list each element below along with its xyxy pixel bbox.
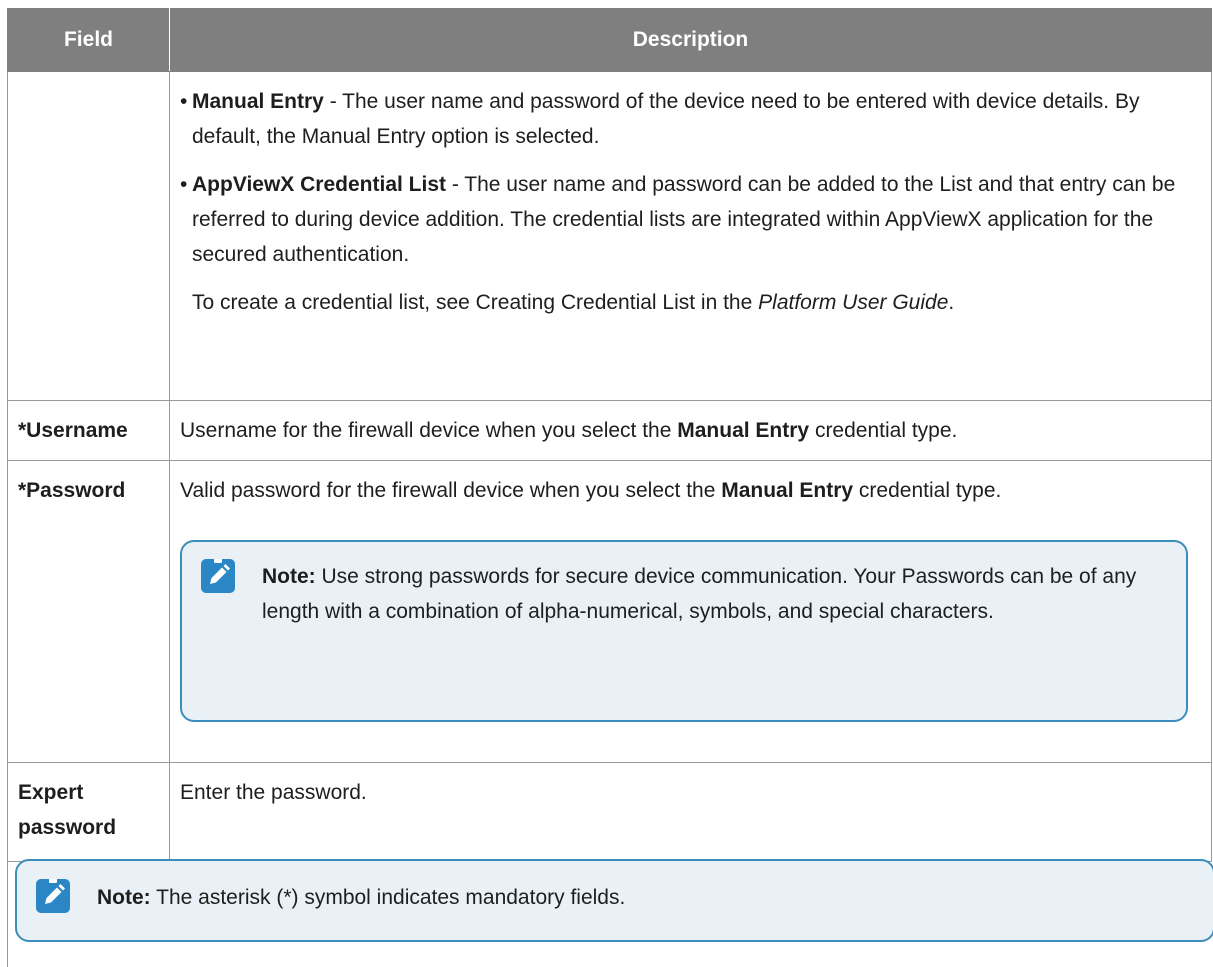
username-desc-prefix: Username for the firewall device when yo… <box>180 419 678 442</box>
field-description-table: Field Description • Manual Entry - The u… <box>7 8 1212 862</box>
credential-list-reference: To create a credential list, see Creatin… <box>180 285 1199 320</box>
pencil-note-icon <box>201 559 235 593</box>
document-page: Field Description • Manual Entry - The u… <box>0 0 1213 967</box>
bullet-mark: • <box>180 90 188 113</box>
field-username: *Username <box>7 400 170 461</box>
table-header-row: Field Description <box>7 8 1212 72</box>
password-description-text: Valid password for the firewall device w… <box>180 473 1199 508</box>
header-field: Field <box>7 8 170 72</box>
table-row-expert-password: Expert password Enter the password. <box>7 762 1212 862</box>
description-cell-credential-type: • Manual Entry - The user name and passw… <box>169 71 1212 401</box>
field-password: *Password <box>7 460 170 763</box>
username-desc-suffix: credential type. <box>809 419 958 442</box>
pencil-note-icon <box>36 879 70 913</box>
password-note-text: Note: Use strong passwords for secure de… <box>262 559 1146 629</box>
bullet-credential-list: • AppViewX Credential List - The user na… <box>180 167 1199 272</box>
field-cell-empty <box>7 71 170 401</box>
bullet-manual-entry: • Manual Entry - The user name and passw… <box>180 84 1199 154</box>
reference-suffix: . <box>948 291 955 314</box>
note-body: Use strong passwords for secure device c… <box>262 565 1137 623</box>
mandatory-note-text: Note: The asterisk (*) symbol indicates … <box>97 880 625 915</box>
description-expert-password: Enter the password. <box>169 762 1212 862</box>
note-body: The asterisk (*) symbol indicates mandat… <box>150 886 626 909</box>
password-desc-suffix: credential type. <box>853 479 1002 502</box>
table-row-credential-type: • Manual Entry - The user name and passw… <box>7 71 1212 401</box>
description-username: Username for the firewall device when yo… <box>169 400 1212 461</box>
manual-entry-label: Manual Entry <box>192 90 324 113</box>
table-row-password: *Password Valid password for the firewal… <box>7 460 1212 763</box>
platform-user-guide-title: Platform User Guide <box>758 291 949 314</box>
header-description: Description <box>169 8 1212 72</box>
description-password: Valid password for the firewall device w… <box>169 460 1212 763</box>
bullet-mark: • <box>180 173 188 196</box>
password-note-box: Note: Use strong passwords for secure de… <box>180 540 1188 722</box>
reference-prefix: To create a credential list, see Creatin… <box>192 291 759 314</box>
credential-list-label: AppViewX Credential List <box>192 173 446 196</box>
field-expert-password: Expert password <box>7 762 170 862</box>
password-desc-prefix: Valid password for the firewall device w… <box>180 479 722 502</box>
table-row-username: *Username Username for the firewall devi… <box>7 400 1212 461</box>
username-desc-bold: Manual Entry <box>677 419 810 442</box>
note-label: Note: <box>97 886 151 909</box>
note-label: Note: <box>262 565 316 588</box>
password-desc-bold: Manual Entry <box>721 479 854 502</box>
table-footer-row: Note: The asterisk (*) symbol indicates … <box>7 859 1213 967</box>
mandatory-fields-note: Note: The asterisk (*) symbol indicates … <box>15 859 1213 942</box>
manual-entry-text: - The user name and password of the devi… <box>192 90 1140 148</box>
